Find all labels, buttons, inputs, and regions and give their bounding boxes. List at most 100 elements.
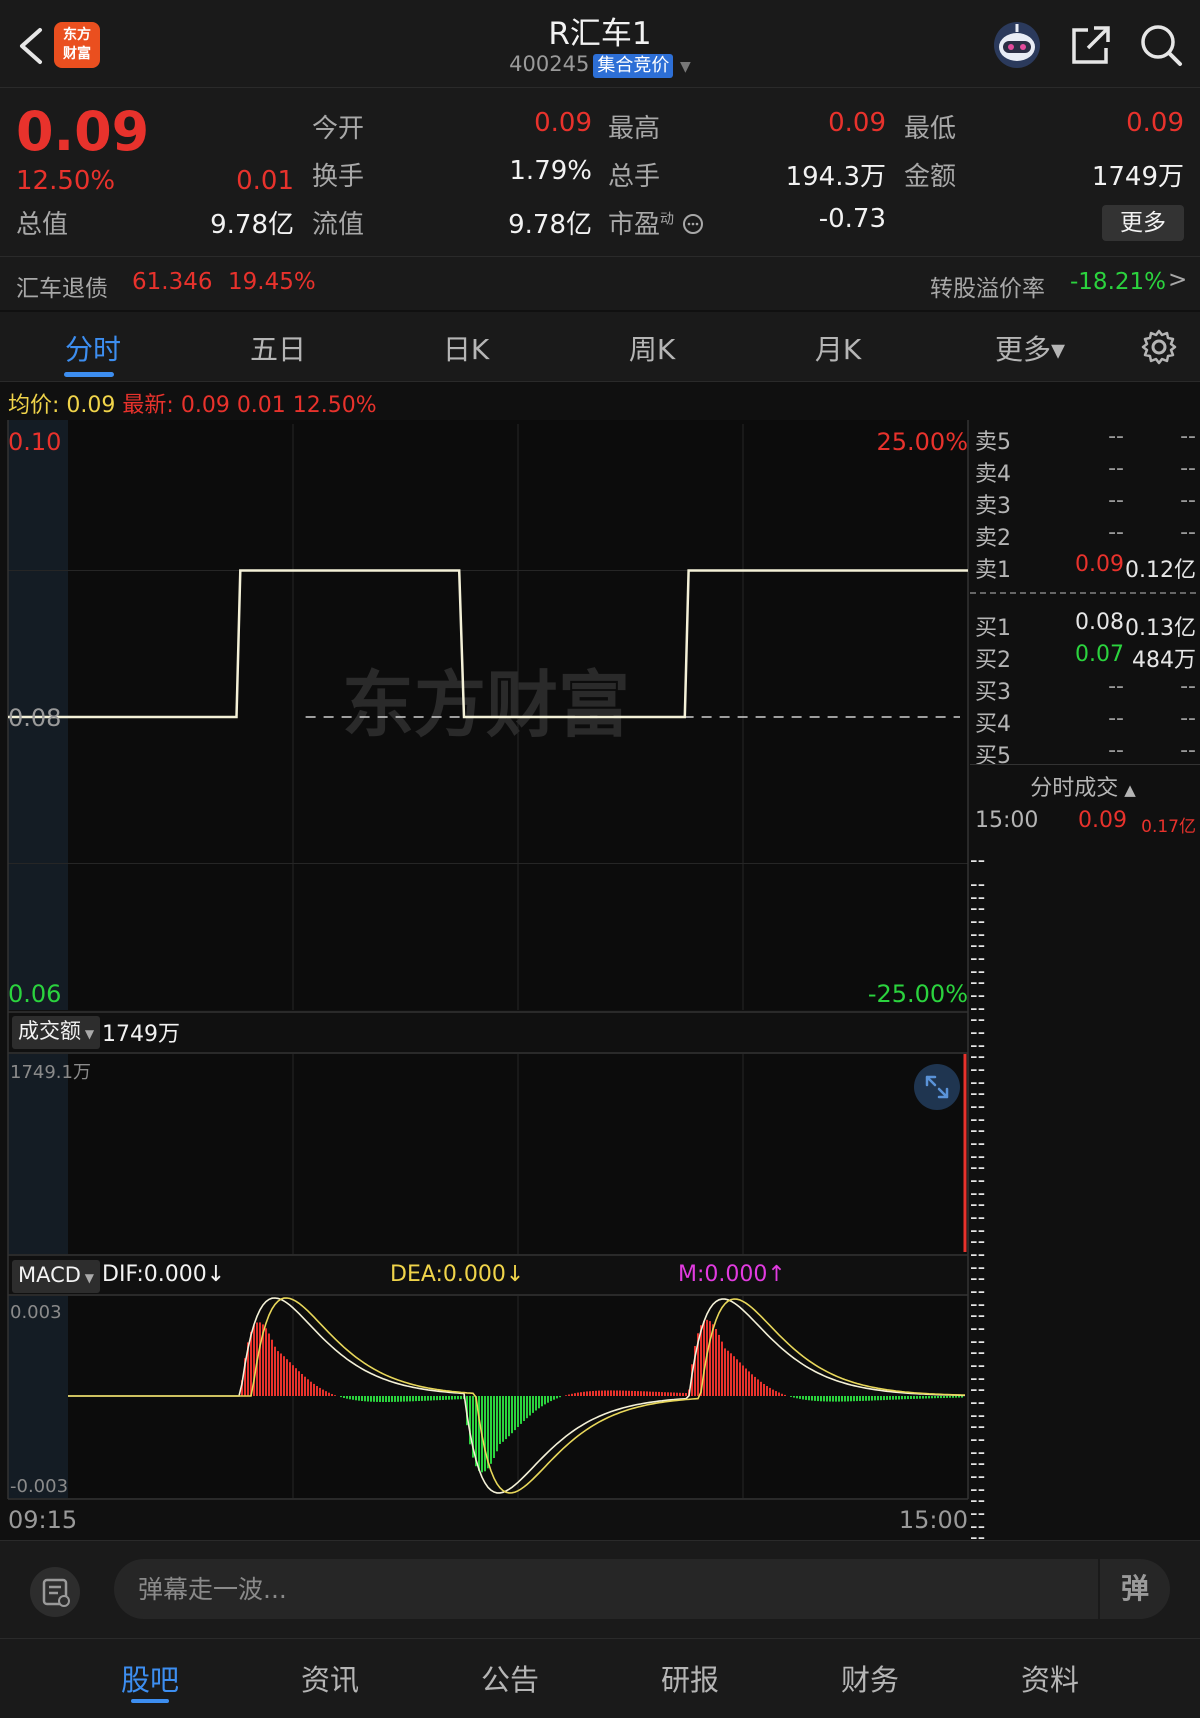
auction-badge: 集合竞价 [593, 54, 674, 78]
tab-weekly-k[interactable]: 周K [592, 328, 712, 368]
bid-volume: 484万 [1132, 648, 1196, 673]
ask-label: 卖4 [975, 462, 1011, 487]
bid-row[interactable]: 买1 0.08 0.13亿 [970, 610, 1196, 642]
change-percent: 12.50% [16, 166, 116, 196]
bid-price: -- [1108, 706, 1124, 731]
tab-intraday[interactable]: 分时 [33, 328, 153, 368]
tick-time: -- [970, 1181, 986, 1205]
bid-label: 买4 [975, 712, 1011, 737]
notes-icon[interactable] [30, 1567, 80, 1617]
latest-percent: 12.50% [292, 393, 377, 418]
ask-label: 卖1 [975, 558, 1011, 583]
low-label: 最低 [904, 114, 957, 144]
tab-monthly-k[interactable]: 月K [778, 328, 898, 368]
tick-time: -- [970, 848, 986, 872]
comment-bar: 弹 [0, 1540, 1200, 1638]
tick-row: ------ [970, 1144, 1196, 1216]
open-label: 今开 [312, 114, 365, 144]
info-circle-icon[interactable] [682, 213, 704, 235]
danmu-toggle-button[interactable]: 弹 [1098, 1559, 1170, 1619]
nav-news[interactable]: 资讯 [275, 1657, 385, 1699]
ask-price: -- [1108, 488, 1124, 513]
tick-row: ------ [970, 1366, 1196, 1438]
top-header: 东方 财富 R汇车1 400245 集合竞价 ▼ [0, 0, 1200, 88]
pct-axis-bottom: -25.00% [867, 980, 968, 1008]
auction-shade [8, 1296, 68, 1498]
ask-price: -- [1108, 520, 1124, 545]
expand-icon[interactable] [913, 1063, 961, 1111]
tick-row: ------ [970, 1181, 1196, 1253]
share-icon[interactable] [1070, 24, 1112, 66]
tab-more[interactable]: 更多▾ [970, 328, 1090, 368]
tick-row: ------ [970, 1107, 1196, 1179]
tab-daily-k[interactable]: 日K [406, 328, 526, 368]
chart-area[interactable]: 东方财富 [0, 420, 970, 1540]
tick-price: 0.09 [1078, 808, 1127, 833]
tick-row: ------ [970, 1329, 1196, 1401]
turnover-label: 换手 [312, 162, 365, 192]
bid-row[interactable]: 买3 -- -- [970, 674, 1196, 706]
tick-time: -- [970, 1366, 986, 1390]
pct-axis-top: 25.00% [876, 428, 968, 456]
stock-code: 400245 [509, 52, 590, 76]
comment-input[interactable] [114, 1559, 1098, 1619]
ask-row[interactable]: 卖3 -- -- [970, 488, 1196, 520]
tick-time: -- [970, 1477, 986, 1501]
nav-guba[interactable]: 股吧 [95, 1657, 205, 1699]
bid-label: 买5 [975, 744, 1011, 769]
bid-row[interactable]: 买2 0.07 484万 [970, 642, 1196, 674]
ask-volume: -- [1180, 520, 1196, 545]
bid-price: -- [1108, 738, 1124, 763]
tick-time: -- [970, 1144, 986, 1168]
robot-assistant-icon[interactable] [992, 20, 1042, 70]
pe-label[interactable]: 市盈动 [608, 204, 704, 241]
volume-selector-label: 成交额 [18, 1019, 81, 1043]
volume-indicator-selector[interactable]: 成交额 ▼ [12, 1016, 101, 1049]
float-value: 9.78亿 [508, 210, 592, 240]
tick-time: -- [970, 1033, 986, 1057]
ask-row[interactable]: 卖2 -- -- [970, 520, 1196, 552]
search-icon[interactable] [1138, 22, 1184, 68]
ask-row[interactable]: 卖1 0.09 0.12亿 [970, 552, 1196, 584]
convertible-bond-row[interactable]: 汇车退债 61.346 19.45% 转股溢价率 -18.21% > [0, 256, 1200, 310]
pe-dynamic-tag: 动 [660, 211, 675, 228]
macd-dif: DIF:0.000↓ [102, 1262, 226, 1287]
more-button[interactable]: 更多 [1102, 205, 1184, 241]
change-amount: 0.01 [236, 166, 294, 196]
ask-row[interactable]: 卖5 -- -- [970, 424, 1196, 456]
tick-row: ------ [970, 959, 1196, 1031]
tick-volume: 0.17亿 [1141, 817, 1196, 837]
nav-research[interactable]: 研报 [635, 1657, 745, 1699]
tick-row: ------ [970, 1070, 1196, 1142]
price-axis-bottom: 0.06 [8, 980, 62, 1008]
avg-label: 均价: [8, 393, 60, 418]
low-value: 0.09 [1126, 108, 1184, 138]
macd-axis-bottom: -0.003 [10, 1476, 69, 1497]
time-axis-start: 09:15 [8, 1506, 78, 1534]
bid-label: 买3 [975, 680, 1011, 705]
turnover-value: 1.79% [509, 156, 592, 186]
high-label: 最高 [608, 114, 661, 144]
macd-indicator-selector[interactable]: MACD ▼ [12, 1260, 100, 1293]
bid-row[interactable]: 买5 -- -- [970, 738, 1196, 770]
avg-value: 0.09 [66, 393, 116, 418]
nav-announcements[interactable]: 公告 [455, 1657, 565, 1699]
gear-icon[interactable] [1140, 328, 1178, 366]
tab-five-day[interactable]: 五日 [218, 328, 338, 368]
tick-row: ------ [970, 1477, 1196, 1549]
tick-row: ------ [970, 1403, 1196, 1475]
bid-price: -- [1108, 674, 1124, 699]
bid-row[interactable]: 买4 -- -- [970, 706, 1196, 738]
tick-row: ------ [970, 848, 1196, 920]
nav-profile[interactable]: 资料 [995, 1657, 1105, 1699]
triangle-up-icon: ▲ [1124, 781, 1136, 799]
bond-percent: 19.45% [228, 269, 316, 295]
ask-row[interactable]: 卖4 -- -- [970, 456, 1196, 488]
ask-label: 卖2 [975, 526, 1011, 551]
bid-volume: -- [1180, 674, 1196, 699]
macd-selector-label: MACD [18, 1263, 81, 1287]
ticks-title[interactable]: 分时成交 ▲ [970, 770, 1196, 802]
chevron-down-icon: ▼ [81, 1027, 95, 1041]
last-price: 0.09 [16, 100, 150, 163]
nav-finance[interactable]: 财务 [815, 1657, 925, 1699]
